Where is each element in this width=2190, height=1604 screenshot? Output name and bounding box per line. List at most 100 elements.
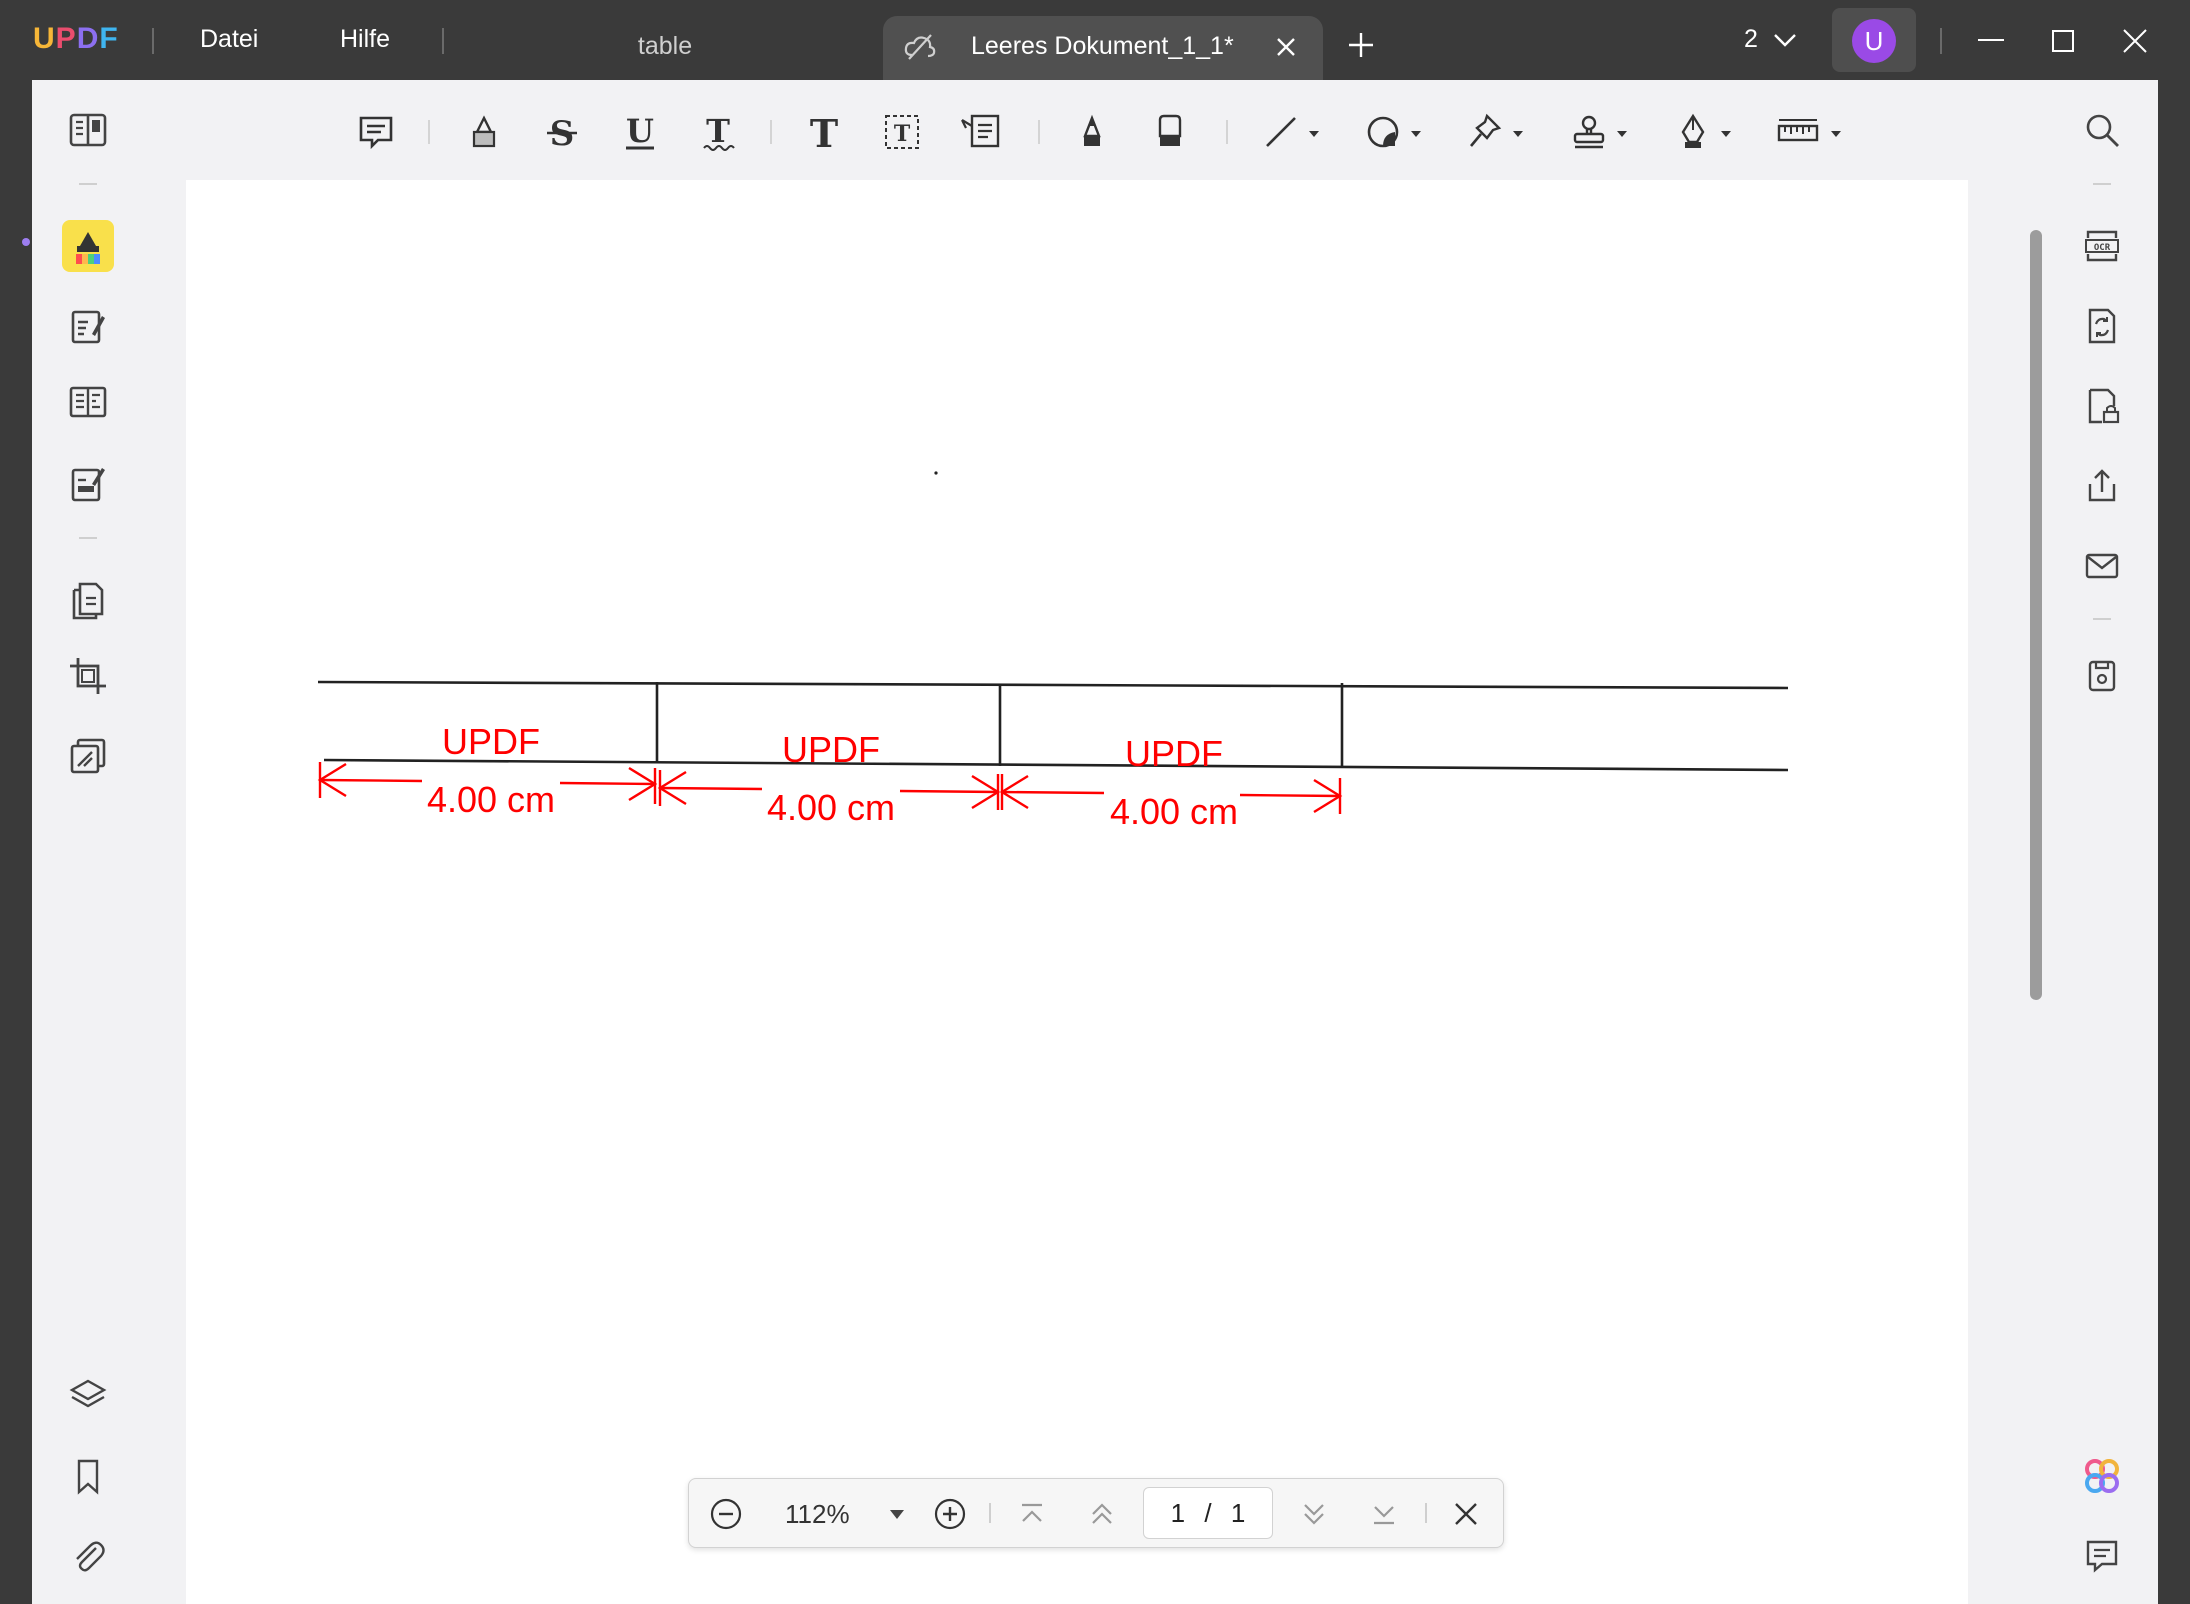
bookmark-icon[interactable] — [62, 1450, 114, 1502]
close-zoombar-icon[interactable] — [1447, 1495, 1485, 1533]
tab-label: Leeres Dokument_1_1* — [971, 32, 1234, 60]
zoom-navigation-bar: 112% 1 / 1 — [688, 1478, 1504, 1548]
zoombar-separator — [1425, 1503, 1427, 1523]
annotation-toolbar: S U T T T — [144, 80, 2046, 180]
pdf-page[interactable]: UPDF 4.00 cm UPDF 4.00 cm UPDF 4.00 cm — [186, 180, 1968, 1604]
cloud-off-icon — [903, 32, 937, 62]
svg-text:T: T — [706, 112, 730, 150]
strikethrough-icon[interactable]: S — [536, 106, 588, 158]
zoom-level[interactable]: 112% — [785, 1499, 850, 1530]
updf-logo[interactable]: UPDF — [33, 22, 119, 56]
pin-icon[interactable] — [1458, 106, 1538, 158]
signature-icon[interactable] — [1666, 106, 1746, 158]
measurement-annotation[interactable]: UPDF 4.00 cm — [999, 733, 1343, 832]
squiggly-underline-icon[interactable]: T — [692, 106, 744, 158]
vertical-scrollbar[interactable] — [2030, 230, 2042, 1000]
comment-mode-icon[interactable] — [62, 220, 114, 272]
sidebar-separator — [79, 537, 97, 539]
textbox-icon[interactable]: T — [876, 106, 928, 158]
menu-hilfe[interactable]: Hilfe — [340, 25, 390, 54]
reader-mode-icon[interactable] — [62, 104, 114, 156]
crop-icon[interactable] — [62, 650, 114, 702]
zoombar-separator — [989, 1503, 991, 1523]
line-icon[interactable] — [1254, 106, 1334, 158]
window-rim — [2158, 80, 2190, 1604]
active-indicator — [22, 238, 30, 246]
comment-icon[interactable] — [350, 106, 402, 158]
toolbar-separator — [428, 120, 430, 144]
table-line-top[interactable] — [317, 680, 1789, 690]
zoom-out-icon[interactable] — [707, 1495, 745, 1533]
shape-icon[interactable] — [1356, 106, 1436, 158]
previous-page-icon[interactable] — [1083, 1495, 1121, 1533]
measurement-label: UPDF — [442, 721, 540, 762]
edit-pdf-icon[interactable] — [62, 300, 114, 352]
measurement-annotation[interactable]: UPDF 4.00 cm — [657, 729, 1001, 828]
next-page-icon[interactable] — [1295, 1495, 1333, 1533]
zoom-in-icon[interactable] — [931, 1495, 969, 1533]
page-separator: / — [1204, 1498, 1212, 1528]
layers-icon[interactable] — [62, 1370, 114, 1422]
measurement-label: UPDF — [782, 729, 880, 770]
new-tab-icon[interactable] — [1346, 30, 1376, 60]
eraser-icon[interactable] — [1144, 106, 1196, 158]
callout-icon[interactable] — [954, 106, 1006, 158]
last-page-icon[interactable] — [1365, 1495, 1403, 1533]
underline-icon[interactable]: U — [614, 106, 666, 158]
search-icon[interactable] — [2076, 104, 2128, 156]
minimize-icon[interactable] — [1976, 22, 2006, 58]
page-view-icon[interactable] — [62, 376, 114, 428]
tab-leeres-dokument[interactable]: Leeres Dokument_1_1* — [883, 16, 1323, 80]
title-separator — [152, 28, 154, 54]
svg-text:OCR: OCR — [2094, 243, 2111, 253]
title-separator — [442, 28, 444, 54]
organize-pages-icon[interactable] — [62, 574, 114, 626]
sidebar-separator — [79, 183, 97, 185]
close-tab-icon[interactable] — [1273, 34, 1299, 60]
left-sidebar — [22, 80, 144, 1604]
comments-panel-icon[interactable] — [2076, 1530, 2128, 1582]
menu-datei[interactable]: Datei — [200, 25, 258, 54]
measurement-annotation[interactable]: UPDF 4.00 cm — [317, 721, 658, 820]
user-account[interactable]: U — [1832, 8, 1916, 72]
ink-dot — [934, 471, 938, 475]
first-page-icon[interactable] — [1013, 1495, 1051, 1533]
zoom-dropdown-icon[interactable] — [885, 1499, 909, 1529]
toolbar-separator — [770, 120, 772, 144]
fill-sign-icon[interactable] — [62, 458, 114, 510]
svg-text:T: T — [894, 121, 911, 147]
lock-document-icon[interactable] — [2076, 380, 2128, 432]
title-bar: UPDF Datei Hilfe table Leeres Dokument_1… — [0, 0, 2190, 80]
stamp-icon[interactable] — [1562, 106, 1642, 158]
chevron-down-icon[interactable] — [1772, 30, 1798, 50]
text-icon[interactable]: T — [798, 106, 850, 158]
tab-table[interactable]: table — [550, 32, 780, 61]
ai-assistant-icon[interactable] — [2076, 1450, 2128, 1502]
save-icon[interactable] — [2076, 650, 2128, 702]
current-page: 1 — [1170, 1498, 1186, 1528]
measurement-label: UPDF — [1125, 733, 1223, 774]
document-canvas[interactable]: UPDF 4.00 cm UPDF 4.00 cm UPDF 4.00 cm — [144, 180, 2046, 1604]
convert-icon[interactable] — [2076, 300, 2128, 352]
table-line-bottom[interactable] — [323, 758, 1789, 772]
measure-icon[interactable] — [1768, 106, 1858, 158]
svg-text:T: T — [810, 112, 838, 152]
window-count[interactable]: 2 — [1744, 25, 1758, 54]
avatar: U — [1852, 19, 1896, 63]
email-icon[interactable] — [2076, 540, 2128, 592]
maximize-icon[interactable] — [2048, 22, 2078, 58]
share-icon[interactable] — [2076, 460, 2128, 512]
measurement-value: 4.00 cm — [1110, 791, 1238, 832]
close-window-icon[interactable] — [2120, 22, 2150, 58]
highlight-icon[interactable] — [458, 106, 510, 158]
total-pages: 1 — [1230, 1498, 1246, 1528]
attachment-icon[interactable] — [62, 1530, 114, 1582]
protect-icon[interactable] — [62, 730, 114, 782]
page-number-box[interactable]: 1 / 1 — [1143, 1487, 1273, 1539]
sidebar-separator — [2093, 183, 2111, 185]
measurement-value: 4.00 cm — [767, 787, 895, 828]
ocr-icon[interactable]: OCR — [2076, 220, 2128, 272]
page-drawing[interactable]: UPDF 4.00 cm UPDF 4.00 cm UPDF 4.00 cm — [186, 180, 1968, 1604]
pencil-icon[interactable] — [1066, 106, 1118, 158]
sidebar-separator — [2093, 618, 2111, 620]
